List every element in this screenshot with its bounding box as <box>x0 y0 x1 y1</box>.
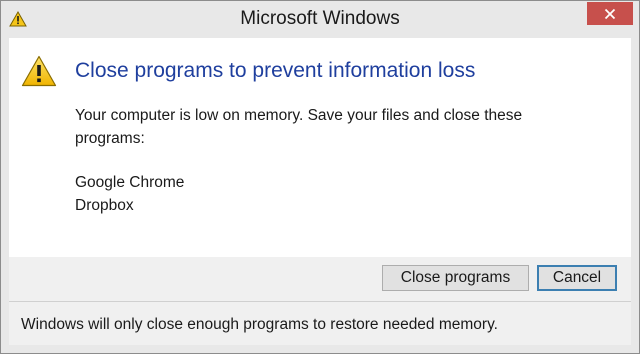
program-list: Google Chrome Dropbox <box>75 171 184 217</box>
title-bar[interactable]: Microsoft Windows <box>1 1 639 38</box>
list-item: Dropbox <box>75 197 134 214</box>
dialog-window: Microsoft Windows Close programs to prev… <box>0 0 640 354</box>
warning-icon <box>21 55 57 87</box>
close-button[interactable] <box>587 2 633 25</box>
close-icon <box>604 8 616 19</box>
dialog-message: Your computer is low on memory. Save you… <box>75 107 523 147</box>
footer: Windows will only close enough programs … <box>9 302 631 345</box>
close-programs-button[interactable]: Close programs <box>382 265 529 291</box>
cancel-button[interactable]: Cancel <box>537 265 617 291</box>
list-item: Google Chrome <box>75 174 185 191</box>
dialog-heading: Close programs to prevent information lo… <box>75 59 476 82</box>
footer-note: Windows will only close enough programs … <box>21 316 498 333</box>
dialog-content: Close programs to prevent information lo… <box>9 38 631 257</box>
window-title: Microsoft Windows <box>240 8 400 29</box>
button-bar: Close programs Cancel <box>9 257 631 301</box>
